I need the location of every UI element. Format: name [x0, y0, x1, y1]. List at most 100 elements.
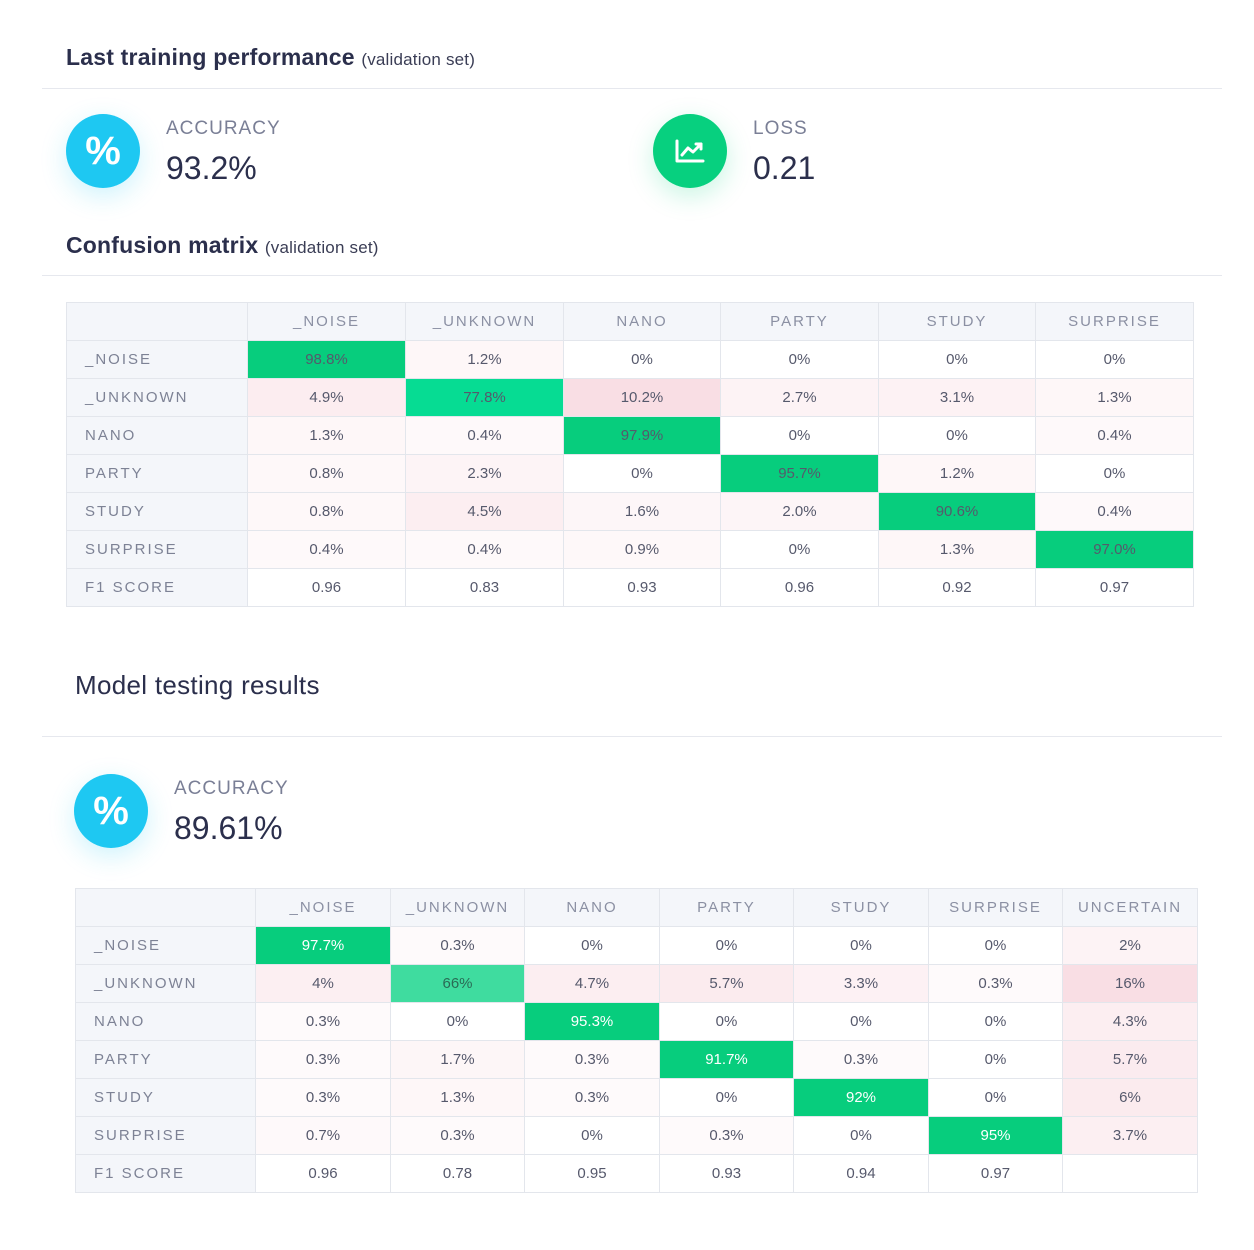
accuracy-label: ACCURACY — [166, 118, 281, 139]
table-row: SURPRISE 0.4% 0.4% 0.9% 0% 1.3% 97.0% — [66, 530, 1194, 569]
column-header-surprise: SURPRISE — [928, 888, 1063, 927]
matrix-cell: 0.3% — [255, 1002, 391, 1041]
row-header-surprise: SURPRISE — [66, 530, 248, 569]
percent-icon: % — [74, 774, 148, 848]
row-header-f1-score: F1 SCORE — [75, 1154, 256, 1193]
matrix-cell: 97.7% — [255, 926, 391, 965]
matrix-cell: 0% — [878, 416, 1036, 455]
table-row: _UNKNOWN 4% 66% 4.7% 5.7% 3.3% 0.3% 16% — [75, 964, 1198, 1003]
matrix-cell: 0.96 — [255, 1154, 391, 1193]
matrix-cell: 10.2% — [563, 378, 721, 417]
matrix-cell: 2% — [1062, 926, 1198, 965]
matrix-cell: 5.7% — [659, 964, 794, 1003]
corner-cell — [66, 302, 248, 341]
row-header-unknown: _UNKNOWN — [66, 378, 248, 417]
matrix-cell: 0% — [1035, 340, 1194, 379]
matrix-cell — [1062, 1154, 1198, 1193]
row-header-study: STUDY — [75, 1078, 256, 1117]
matrix-cell: 4.7% — [524, 964, 660, 1003]
matrix-cell: 95% — [928, 1116, 1063, 1155]
table-row: NANO 1.3% 0.4% 97.9% 0% 0% 0.4% — [66, 416, 1194, 455]
matrix-cell: 0.83 — [405, 568, 564, 607]
matrix-cell: 3.3% — [793, 964, 929, 1003]
matrix-cell: 0% — [720, 530, 879, 569]
divider — [42, 275, 1222, 276]
divider — [42, 88, 1222, 89]
column-header-unknown: _UNKNOWN — [390, 888, 525, 927]
column-header-unknown: _UNKNOWN — [405, 302, 564, 341]
column-header-uncertain: UNCERTAIN — [1062, 888, 1198, 927]
matrix-cell: 0% — [524, 1116, 660, 1155]
matrix-cell: 90.6% — [878, 492, 1036, 531]
matrix-cell: 0% — [524, 926, 660, 965]
corner-cell — [75, 888, 256, 927]
matrix-cell: 0.3% — [659, 1116, 794, 1155]
row-header-surprise: SURPRISE — [75, 1116, 256, 1155]
matrix-cell: 6% — [1062, 1078, 1198, 1117]
matrix-cell: 0% — [878, 340, 1036, 379]
confusion-title: Confusion matrix (validation set) — [66, 232, 379, 259]
column-header-nano: NANO — [524, 888, 660, 927]
matrix-cell: 1.3% — [390, 1078, 525, 1117]
header-row: _NOISE _UNKNOWN NANO PARTY STUDY SURPRISE — [66, 302, 1194, 341]
training-loss-metric: LOSS 0.21 — [653, 114, 1053, 224]
validation-confusion-matrix: _NOISE _UNKNOWN NANO PARTY STUDY SURPRISE _NO… — [66, 302, 1194, 607]
trending-chart-icon — [653, 114, 727, 188]
column-header-study: STUDY — [878, 302, 1036, 341]
matrix-cell: 0% — [793, 1116, 929, 1155]
row-header-study: STUDY — [66, 492, 248, 531]
matrix-cell: 0.94 — [793, 1154, 929, 1193]
matrix-cell: 97.0% — [1035, 530, 1194, 569]
matrix-cell: 0.96 — [720, 568, 879, 607]
header-row: _NOISE _UNKNOWN NANO PARTY STUDY SURPRISE UNCE… — [75, 888, 1198, 927]
matrix-cell: 0.93 — [659, 1154, 794, 1193]
matrix-cell: 0.4% — [405, 416, 564, 455]
table-row: NANO 0.3% 0% 95.3% 0% 0% 0% 4.3% — [75, 1002, 1198, 1041]
table-row: PARTY 0.3% 1.7% 0.3% 91.7% 0.3% 0% 5.7% — [75, 1040, 1198, 1079]
matrix-cell: 3.7% — [1062, 1116, 1198, 1155]
loss-value: 0.21 — [753, 150, 816, 186]
matrix-cell: 0% — [928, 1002, 1063, 1041]
table-row: STUDY 0.8% 4.5% 1.6% 2.0% 90.6% 0.4% — [66, 492, 1194, 531]
matrix-cell: 0.93 — [563, 568, 721, 607]
column-header-noise: _NOISE — [247, 302, 406, 341]
matrix-cell: 0.97 — [1035, 568, 1194, 607]
column-header-noise: _NOISE — [255, 888, 391, 927]
matrix-cell: 0% — [659, 926, 794, 965]
matrix-cell: 95.3% — [524, 1002, 660, 1041]
testing-accuracy-metric: % ACCURACY 89.61% — [74, 774, 474, 884]
row-header-noise: _NOISE — [75, 926, 256, 965]
table-row: F1 SCORE 0.96 0.78 0.95 0.93 0.94 0.97 — [75, 1154, 1198, 1193]
matrix-cell: 1.2% — [405, 340, 564, 379]
matrix-cell: 1.2% — [878, 454, 1036, 493]
table-row: SURPRISE 0.7% 0.3% 0% 0.3% 0% 95% 3.7% — [75, 1116, 1198, 1155]
table-row: _UNKNOWN 4.9% 77.8% 10.2% 2.7% 3.1% 1.3% — [66, 378, 1194, 417]
matrix-cell: 0.4% — [405, 530, 564, 569]
table-row: _NOISE 97.7% 0.3% 0% 0% 0% 0% 2% — [75, 926, 1198, 965]
row-header-unknown: _UNKNOWN — [75, 964, 256, 1003]
column-header-surprise: SURPRISE — [1035, 302, 1194, 341]
matrix-cell: 3.1% — [878, 378, 1036, 417]
row-header-party: PARTY — [66, 454, 248, 493]
confusion-subtitle: (validation set) — [264, 238, 379, 257]
matrix-cell: 1.7% — [390, 1040, 525, 1079]
matrix-cell: 97.9% — [563, 416, 721, 455]
training-title: Last training performance (validation se… — [66, 44, 475, 71]
matrix-cell: 0% — [659, 1002, 794, 1041]
matrix-cell: 0% — [793, 926, 929, 965]
table-row: F1 SCORE 0.96 0.83 0.93 0.96 0.92 0.97 — [66, 568, 1194, 607]
matrix-cell: 0.9% — [563, 530, 721, 569]
row-header-party: PARTY — [75, 1040, 256, 1079]
matrix-cell: 0.8% — [247, 492, 406, 531]
matrix-cell: 0.3% — [390, 926, 525, 965]
matrix-cell: 4.5% — [405, 492, 564, 531]
accuracy-label: ACCURACY — [174, 778, 289, 799]
matrix-cell: 0.3% — [255, 1040, 391, 1079]
matrix-cell: 2.7% — [720, 378, 879, 417]
matrix-cell: 0.3% — [928, 964, 1063, 1003]
matrix-cell: 92% — [793, 1078, 929, 1117]
matrix-cell: 0% — [1035, 454, 1194, 493]
column-header-party: PARTY — [659, 888, 794, 927]
matrix-cell: 77.8% — [405, 378, 564, 417]
matrix-cell: 1.3% — [247, 416, 406, 455]
